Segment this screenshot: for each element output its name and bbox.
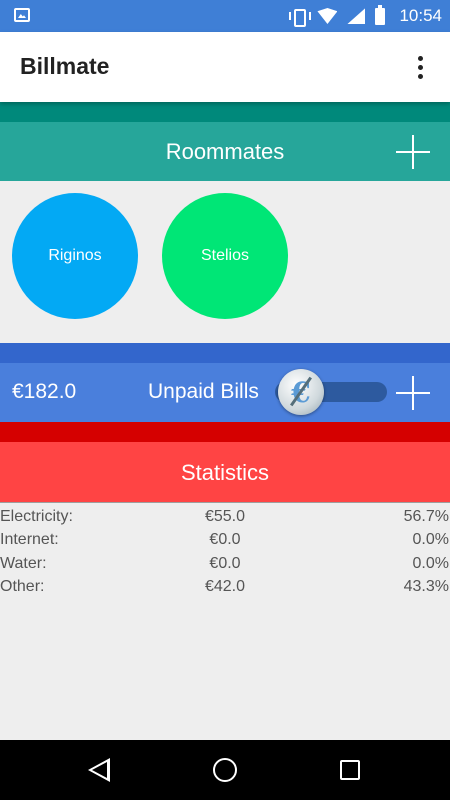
statistics-title: Statistics (180, 460, 270, 485)
statistics-table: Electricity: €55.0 56.7% Internet: €0.0 … (0, 502, 450, 740)
wifi-icon (317, 8, 337, 24)
roommate-circle-riginos[interactable]: Riginos (12, 193, 138, 319)
stat-amount: €42.0 (204, 578, 246, 595)
stat-percent: 0.0% (412, 531, 449, 548)
roommates-header: Roommates (0, 122, 450, 181)
cell-signal-icon (347, 8, 365, 24)
add-bill-plus-icon[interactable] (396, 376, 430, 410)
roommates-accent-strip (0, 102, 450, 122)
back-icon[interactable] (88, 758, 110, 782)
recents-icon[interactable] (340, 760, 360, 780)
unpaid-bills-accent-strip (0, 343, 450, 363)
app-bar: Billmate (0, 32, 450, 102)
unpaid-total: €182.0 (12, 380, 77, 403)
stat-row-water: Water: €0.0 0.0% (0, 552, 450, 576)
statistics-header[interactable]: Statistics (0, 442, 450, 502)
stat-row-electricity: Electricity: €55.0 56.7% (0, 505, 450, 529)
unpaid-bills-header: €182.0 Unpaid Bills € (0, 363, 450, 422)
stat-percent: 0.0% (412, 555, 449, 572)
stat-label: Water: (0, 555, 47, 572)
stat-amount: €55.0 (204, 508, 246, 525)
roommate-name: Riginos (48, 247, 102, 264)
status-bar: 10:54 (0, 0, 450, 32)
stat-row-other: Other: €42.0 43.3% (0, 575, 450, 599)
stat-amount: €0.0 (209, 555, 241, 572)
status-clock: 10:54 (399, 6, 442, 25)
roommate-name: Stelios (200, 247, 250, 264)
add-roommate-plus-icon[interactable] (396, 135, 430, 169)
navigation-bar (0, 740, 450, 800)
app-title: Billmate (20, 53, 110, 79)
stat-label: Internet: (0, 531, 59, 548)
vibrate-icon (289, 8, 312, 27)
status-icons: 10:54 (289, 4, 442, 27)
roommates-list: Riginos Stelios (0, 181, 450, 343)
statistics-accent-strip (0, 422, 450, 442)
euro-coin-icon[interactable]: € (278, 369, 324, 415)
stat-percent: 43.3% (403, 578, 449, 595)
unpaid-bills-title: Unpaid Bills (148, 380, 259, 403)
stat-label: Electricity: (0, 508, 73, 525)
roommate-circle-stelios[interactable]: Stelios (162, 193, 288, 319)
battery-icon (375, 4, 386, 25)
roommates-title: Roommates (165, 139, 285, 164)
home-icon[interactable] (213, 758, 237, 782)
stat-percent: 56.7% (403, 508, 449, 525)
more-vert-icon[interactable] (408, 52, 432, 82)
image-notification-icon (14, 8, 30, 22)
stat-label: Other: (0, 578, 45, 595)
stat-row-internet: Internet: €0.0 0.0% (0, 528, 450, 552)
stat-amount: €0.0 (209, 531, 241, 548)
